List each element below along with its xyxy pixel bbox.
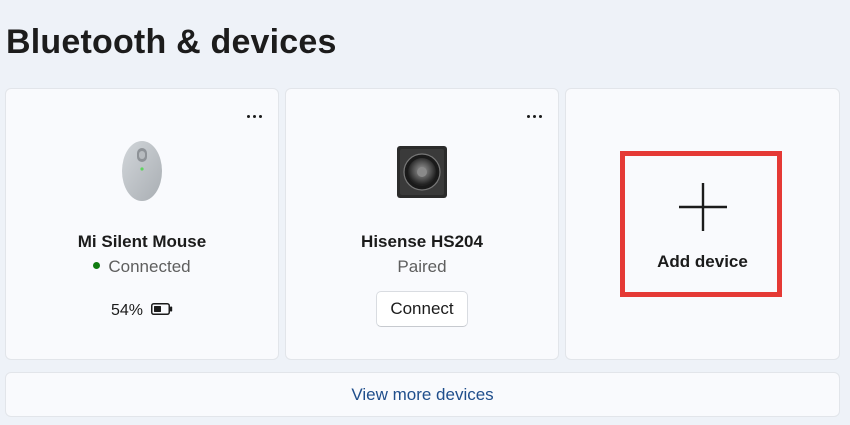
device-status: Paired [397,257,447,276]
dot-icon [526,114,530,118]
device-name: Hisense HS204 [361,232,483,251]
add-device-label: Add device [657,252,748,271]
more-options-button[interactable] [522,109,546,123]
add-device-card[interactable]: Add device [565,88,840,360]
connected-dot-icon [93,262,101,270]
device-name: Mi Silent Mouse [77,232,207,251]
dot-icon [532,114,536,118]
connect-button[interactable]: Connect [376,291,468,327]
battery-percent: 54% [110,302,144,319]
dot-icon [258,114,262,118]
battery-row: 54% [6,302,278,320]
dot-icon [252,114,256,118]
device-card-mouse[interactable]: Mi Silent Mouse Connected 54% [5,88,279,360]
device-card-speaker[interactable]: Hisense HS204 Paired Connect [285,88,559,360]
battery-icon [151,302,173,320]
page-title: Bluetooth & devices [6,23,337,61]
plus-icon [678,182,728,237]
dot-icon [538,114,542,118]
more-options-button[interactable] [242,109,266,123]
dot-icon [246,114,250,118]
status-label: Connected [108,257,191,276]
mouse-icon [120,139,164,208]
device-status: Connected [6,257,278,277]
speaker-icon [396,145,448,204]
view-more-label: View more devices [351,384,494,404]
view-more-devices-button[interactable]: View more devices [5,372,840,417]
